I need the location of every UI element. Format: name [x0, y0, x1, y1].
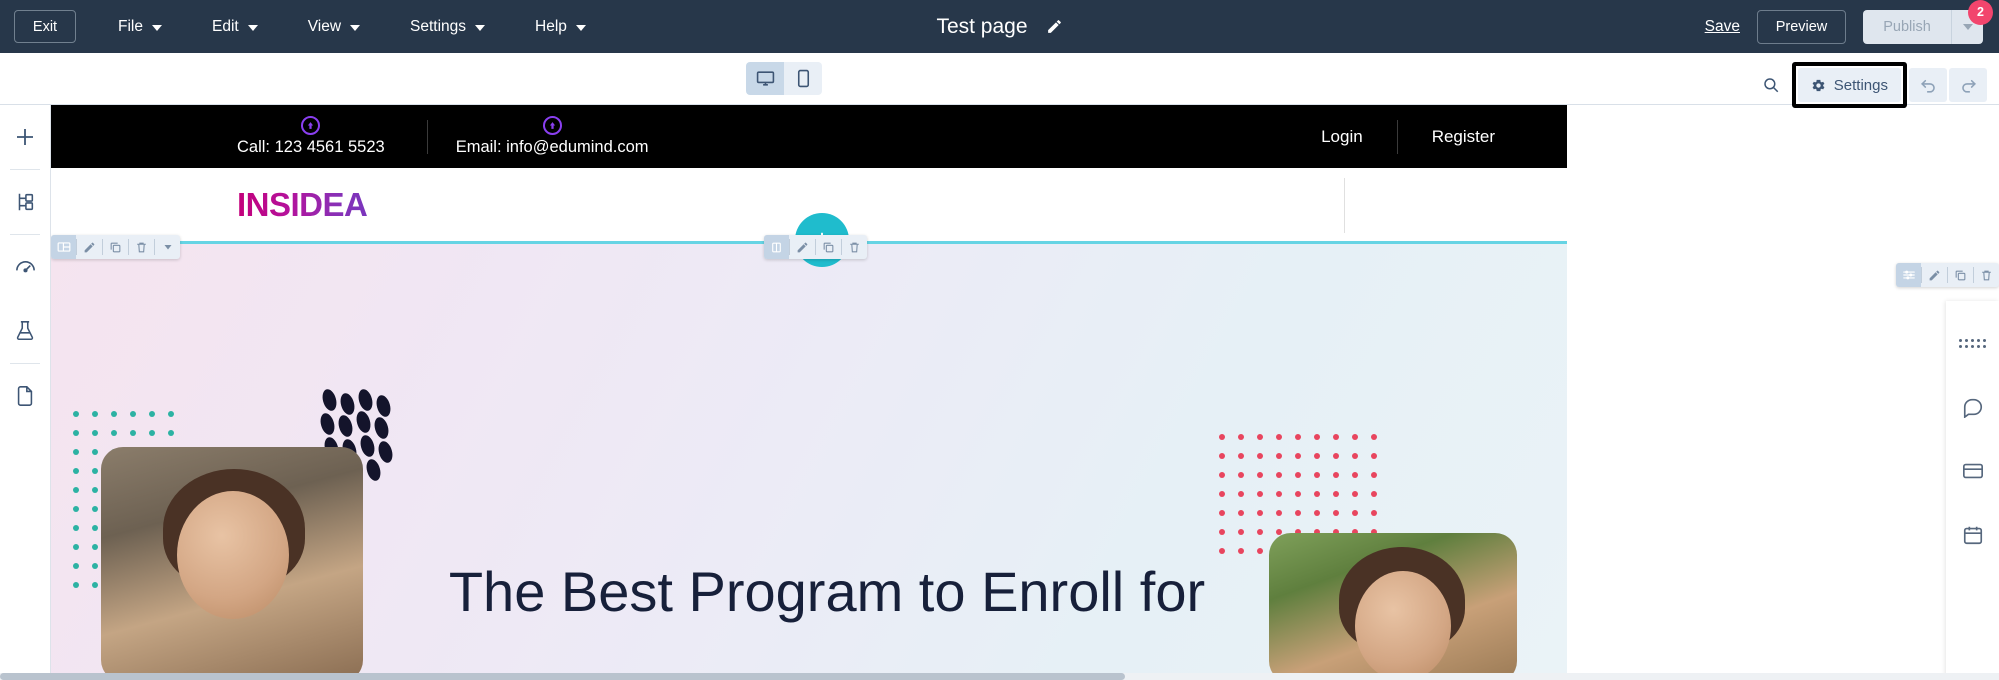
trash-icon[interactable] [129, 235, 154, 259]
gauge-icon [15, 260, 35, 272]
settings-button[interactable]: Settings [1797, 68, 1901, 102]
trash-icon[interactable] [842, 235, 867, 259]
chevron-down-icon [350, 24, 361, 31]
hero-image-left[interactable] [101, 447, 363, 680]
menu-settings[interactable]: Settings [396, 12, 499, 42]
preview-button[interactable]: Preview [1757, 9, 1846, 44]
flask-icon [16, 321, 34, 341]
hero-section[interactable]: The Best Program to Enroll for [51, 241, 1567, 680]
chevron-down-icon [575, 24, 586, 31]
chevron-down-icon [247, 24, 258, 31]
site-nav-register[interactable]: Register [1398, 127, 1567, 147]
save-button[interactable]: Save [1705, 18, 1740, 36]
sliders-icon[interactable] [1896, 263, 1921, 287]
logo-row-divider [1344, 178, 1345, 233]
contact-phone[interactable]: Call: 123 4561 5523 [237, 116, 385, 157]
contact-phone-text: Call: 123 4561 5523 [237, 138, 385, 156]
copy-icon[interactable] [103, 235, 128, 259]
gear-icon [1812, 79, 1825, 91]
menu-view-label: View [307, 17, 342, 35]
copy-icon[interactable] [1948, 263, 1973, 287]
pencil-icon[interactable] [77, 235, 102, 259]
chevron-down-icon [151, 24, 162, 31]
right-widget-rail [1946, 301, 1999, 680]
undo-icon[interactable] [1909, 68, 1947, 102]
site-nav-login[interactable]: Login [1287, 127, 1397, 147]
trash-icon[interactable] [1974, 263, 1999, 287]
hero-image-right[interactable] [1269, 533, 1517, 680]
section-toolbar [51, 235, 180, 259]
window-icon[interactable] [1946, 439, 1999, 503]
exit-label: Exit [32, 18, 58, 35]
contact-divider [426, 119, 428, 154]
person-face [1355, 571, 1451, 680]
chat-icon[interactable] [1946, 375, 1999, 439]
menu-edit-label: Edit [211, 17, 239, 35]
left-tool-rail [0, 105, 51, 680]
grid-dots-glyph [1959, 338, 1986, 348]
layout-icon[interactable] [51, 235, 76, 259]
grid-dots-icon[interactable] [1946, 311, 1999, 375]
application-top-bar: Exit File Edit View Settings Help Test p… [0, 0, 1999, 53]
arrow-up-circle-icon [542, 116, 562, 135]
contact-email-text: Email: info@edumind.com [455, 138, 649, 156]
publish-label: Publish [1883, 18, 1931, 35]
menu-help[interactable]: Help [521, 12, 600, 42]
rail-item-experiments[interactable] [0, 299, 51, 363]
menu-help-label: Help [535, 17, 567, 35]
rail-item-add[interactable] [0, 105, 51, 169]
menu-view[interactable]: View [294, 12, 374, 42]
column-toolbar [764, 235, 867, 259]
plus-icon [17, 129, 33, 145]
chevron-down-icon[interactable] [155, 235, 180, 259]
toolbar-right-actions: Settings [1751, 62, 1987, 108]
device-preview-toggle [746, 62, 822, 95]
arrow-up-circle-icon [301, 116, 321, 135]
sitemap-icon [18, 193, 34, 211]
preview-label: Preview [1775, 18, 1828, 35]
menu-file-label: File [118, 17, 143, 35]
horizontal-scrollbar[interactable] [0, 673, 1999, 680]
scrollbar-thumb[interactable] [0, 673, 1125, 680]
chevron-down-icon [1962, 23, 1973, 30]
search-icon[interactable] [1751, 68, 1790, 102]
settings-button-highlight: Settings [1791, 62, 1907, 108]
notification-badge[interactable]: 2 [1968, 0, 1993, 25]
menu-settings-label: Settings [410, 17, 467, 35]
columns-icon[interactable] [764, 235, 789, 259]
rail-item-sections[interactable] [0, 170, 51, 234]
publish-group: Publish 2 [1863, 0, 1993, 44]
exit-button[interactable]: Exit [14, 10, 76, 43]
hero-heading[interactable]: The Best Program to Enroll for [447, 560, 1207, 624]
chevron-down-icon [475, 24, 486, 31]
contact-email[interactable]: Email: info@edumind.com [456, 116, 649, 157]
site-auth-nav: Login Register [1287, 119, 1567, 154]
copy-icon[interactable] [816, 235, 841, 259]
site-logo[interactable]: INSIDEA [237, 186, 368, 224]
pencil-icon[interactable] [790, 235, 815, 259]
publish-button[interactable]: Publish [1863, 9, 1951, 44]
menu-edit[interactable]: Edit [198, 12, 272, 42]
rail-item-performance[interactable] [0, 235, 51, 299]
pencil-icon[interactable] [1922, 263, 1947, 287]
main-menu-bar: File Edit View Settings Help [104, 12, 622, 42]
page-title: Test page [936, 14, 1028, 38]
person-face [177, 491, 289, 619]
document-icon [17, 386, 33, 406]
redo-icon[interactable] [1949, 68, 1987, 102]
site-contact-bar[interactable]: Call: 123 4561 5523 Email: info@edumind.… [51, 105, 1567, 168]
rail-item-pages[interactable] [0, 364, 51, 428]
editor-toolbar: Settings [0, 53, 1999, 108]
widget-toolbar [1896, 263, 1999, 287]
settings-label: Settings [1833, 76, 1888, 94]
calendar-icon[interactable] [1946, 503, 1999, 567]
mobile-view-button[interactable] [784, 62, 822, 95]
menu-file[interactable]: File [104, 12, 176, 42]
pencil-icon[interactable] [1046, 18, 1063, 35]
desktop-view-button[interactable] [746, 62, 784, 95]
website-canvas[interactable]: Call: 123 4561 5523 Email: info@edumind.… [51, 105, 1999, 680]
top-bar-actions: Save Preview Publish 2 [1705, 0, 1993, 53]
